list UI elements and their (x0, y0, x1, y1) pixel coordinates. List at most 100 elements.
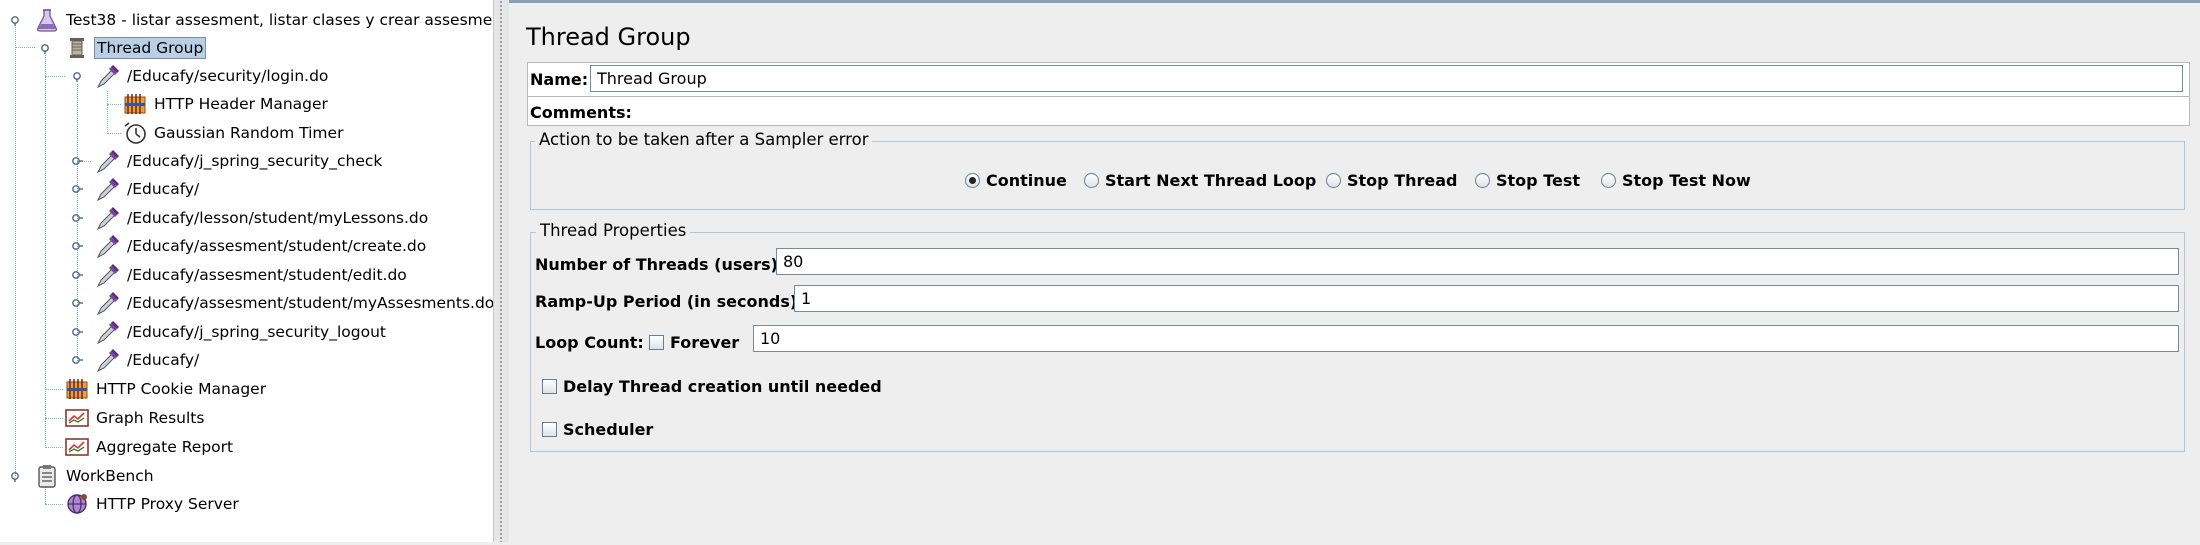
checkbox-unchecked-icon (649, 335, 664, 350)
tree-item-test-plan[interactable]: Test38 - listar assesment, listar clases… (34, 7, 493, 33)
tree-item-sampler[interactable]: /Educafy/assesment/student/edit.do (95, 262, 409, 288)
collapsed-handle-icon[interactable] (71, 269, 83, 281)
collapsed-handle-icon[interactable] (71, 240, 83, 252)
expand-handle-icon[interactable] (9, 14, 21, 26)
http-sampler-pipette-icon (95, 233, 121, 259)
collapsed-handle-icon[interactable] (71, 297, 83, 309)
radio-label: Stop Thread (1347, 171, 1458, 190)
http-sampler-pipette-icon (95, 262, 121, 288)
expand-handle-icon[interactable] (9, 470, 21, 482)
tree-connector (15, 27, 16, 476)
tree-connector (45, 418, 63, 419)
radio-continue[interactable]: Continue (965, 171, 1067, 190)
radio-stop-thread[interactable]: Stop Thread (1326, 171, 1457, 190)
drag-grip-icon (499, 0, 503, 542)
tree-item-sampler[interactable]: /Educafy/assesment/student/create.do (95, 233, 428, 259)
http-sampler-pipette-icon (95, 347, 121, 373)
tree-item-aggregate-report[interactable]: Aggregate Report (64, 434, 235, 460)
tree-item-label: Thread Group (94, 37, 207, 59)
radio-label: Stop Test (1496, 171, 1580, 190)
http-sampler-pipette-icon (95, 63, 121, 89)
tree-connector (107, 104, 121, 105)
tree-item-sampler[interactable]: /Educafy/j_spring_security_check (95, 148, 384, 174)
radio-label: Continue (986, 171, 1067, 190)
tree-item-label: Aggregate Report (96, 438, 234, 456)
forever-label: Forever (670, 333, 740, 352)
rampup-field[interactable]: 1 (794, 285, 2179, 312)
cookie-manager-icon (64, 376, 90, 402)
tree-item-label: /Educafy/ (127, 180, 200, 198)
collapsed-handle-icon[interactable] (71, 354, 83, 366)
tree-item-label: /Educafy/ (127, 351, 200, 369)
tree-item-label: Graph Results (96, 409, 205, 427)
checkbox-unchecked-icon (542, 379, 557, 394)
tree-item-sampler[interactable]: /Educafy/security/login.do (95, 63, 330, 89)
tree-connector (45, 504, 63, 505)
radio-start-next-thread-loop[interactable]: Start Next Thread Loop (1084, 171, 1316, 190)
tree-item-label: HTTP Proxy Server (96, 495, 239, 513)
tree-item-label: /Educafy/j_spring_security_check (127, 152, 383, 170)
tree-item-sampler[interactable]: /Educafy/ (95, 347, 201, 373)
radio-unselected-icon (1326, 173, 1341, 188)
radio-stop-test-now[interactable]: Stop Test Now (1601, 171, 1751, 190)
radio-label: Stop Test Now (1622, 171, 1751, 190)
tree-connector (107, 91, 108, 134)
tree-item-label: /Educafy/j_spring_security_logout (127, 323, 386, 341)
test-plan-tree[interactable]: Test38 - listar assesment, listar clases… (0, 0, 493, 542)
proxy-server-icon (64, 491, 90, 517)
tree-item-sampler[interactable]: /Educafy/j_spring_security_logout (95, 319, 388, 345)
tree-item-label: HTTP Header Manager (154, 95, 328, 113)
name-field[interactable]: Thread Group (590, 65, 2183, 92)
test-plan-flask-icon (34, 7, 60, 33)
aggregate-report-icon (64, 434, 90, 460)
thread-group-spool-icon (64, 35, 90, 61)
threads-field[interactable]: 80 (776, 248, 2179, 275)
radio-stop-test[interactable]: Stop Test (1475, 171, 1580, 190)
scheduler-label: Scheduler (563, 420, 654, 439)
threads-label: Number of Threads (users): (535, 255, 785, 274)
collapsed-handle-icon[interactable] (71, 212, 83, 224)
loop-count-field[interactable]: 10 (753, 325, 2179, 352)
radio-unselected-icon (1601, 173, 1616, 188)
tree-item-label: /Educafy/security/login.do (127, 67, 329, 85)
checkbox-unchecked-icon (542, 422, 557, 437)
tree-item-label: /Educafy/assesment/student/myAssesments.… (127, 294, 493, 312)
graph-results-icon (64, 405, 90, 431)
tree-item-sampler[interactable]: /Educafy/ (95, 176, 201, 202)
collapsed-handle-icon[interactable] (71, 326, 83, 338)
tree-item-timer[interactable]: Gaussian Random Timer (122, 120, 345, 146)
comments-row[interactable] (527, 96, 2190, 126)
collapsed-handle-icon[interactable] (71, 183, 83, 195)
tree-connector (45, 447, 63, 448)
delay-thread-creation-checkbox[interactable]: Delay Thread creation until needed (542, 377, 882, 396)
tree-item-sampler[interactable]: /Educafy/assesment/student/myAssesments.… (95, 290, 493, 316)
tree-item-label: WorkBench (66, 467, 154, 485)
page-title: Thread Group (526, 23, 691, 51)
forever-checkbox[interactable]: Forever (649, 333, 739, 352)
name-label: Name: (530, 70, 589, 89)
timer-clock-icon (122, 120, 148, 146)
http-sampler-pipette-icon (95, 176, 121, 202)
tree-connector (15, 47, 35, 48)
radio-unselected-icon (1084, 173, 1099, 188)
collapsed-handle-icon[interactable] (71, 155, 83, 167)
expand-handle-icon[interactable] (71, 70, 83, 82)
tree-item-sampler[interactable]: /Educafy/lesson/student/myLessons.do (95, 205, 430, 231)
http-sampler-pipette-icon (95, 205, 121, 231)
radio-unselected-icon (1475, 173, 1490, 188)
loop-count-label: Loop Count: (535, 333, 644, 352)
tree-item-thread-group[interactable]: Thread Group (64, 35, 207, 61)
tree-item-header-manager[interactable]: HTTP Header Manager (122, 91, 330, 117)
scheduler-checkbox[interactable]: Scheduler (542, 420, 653, 439)
tree-item-label: /Educafy/assesment/student/create.do (127, 237, 427, 255)
header-manager-icon (122, 91, 148, 117)
radio-selected-icon (965, 173, 980, 188)
delay-label: Delay Thread creation until needed (563, 377, 882, 396)
tree-item-graph-results[interactable]: Graph Results (64, 405, 206, 431)
tree-item-proxy-server[interactable]: HTTP Proxy Server (64, 491, 241, 517)
tree-connector (107, 133, 121, 134)
tree-item-workbench[interactable]: WorkBench (34, 463, 156, 489)
tree-item-cookie-manager[interactable]: HTTP Cookie Manager (64, 376, 268, 402)
expand-handle-icon[interactable] (39, 42, 51, 54)
http-sampler-pipette-icon (95, 290, 121, 316)
